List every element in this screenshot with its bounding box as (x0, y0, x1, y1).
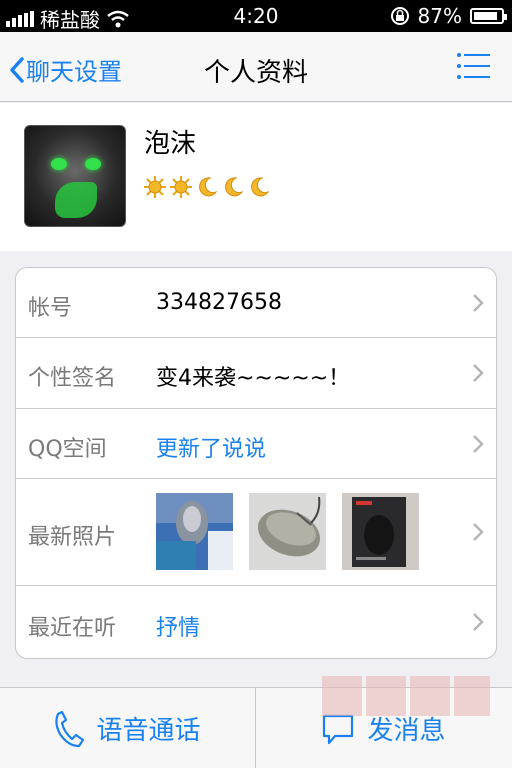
level-badges (144, 176, 270, 198)
sun-icon (170, 176, 192, 198)
list-icon[interactable] (456, 52, 490, 80)
battery-icon (470, 8, 507, 24)
bottom-action-bar: 语音通话 发消息 (0, 687, 512, 768)
row-qzone[interactable]: QQ空间 更新了说说 (16, 409, 496, 479)
qzone-value: 更新了说说 (156, 437, 267, 462)
nav-bar: 聊天设置 个人资料 (0, 32, 512, 102)
chat-bubble-icon (323, 714, 354, 744)
moon-icon (251, 177, 270, 197)
chevron-right-icon (473, 523, 484, 541)
send-message-label: 发消息 (367, 716, 446, 746)
chevron-right-icon (473, 294, 484, 312)
voice-call-button[interactable]: 语音通话 (0, 688, 255, 768)
moon-icon (199, 177, 218, 197)
photo-strip (156, 493, 419, 570)
photo-1[interactable] (156, 493, 233, 570)
chevron-right-icon (473, 613, 484, 631)
music-value: 抒情 (156, 616, 201, 641)
account-label: 帐号 (28, 296, 73, 321)
rotation-lock-icon (390, 7, 409, 25)
send-message-button[interactable]: 发消息 (256, 688, 511, 768)
moon-icon (225, 177, 244, 197)
row-account[interactable]: 帐号 334827658 (16, 268, 496, 338)
profile-name: 泡沫 (144, 129, 197, 159)
signature-label: 个性签名 (28, 366, 117, 391)
row-photos[interactable]: 最新照片 (16, 479, 496, 586)
chevron-right-icon (473, 364, 484, 382)
sun-icon (144, 176, 166, 198)
row-music[interactable]: 最近在听 抒情 (16, 586, 496, 658)
phone-icon (55, 710, 85, 747)
account-value: 334827658 (156, 290, 282, 315)
photo-2[interactable] (249, 493, 326, 570)
voice-call-label: 语音通话 (96, 716, 201, 746)
status-bar: 稀盐酸 4:20 87% (0, 0, 512, 32)
chevron-right-icon (473, 435, 484, 453)
music-label: 最近在听 (28, 616, 117, 641)
page-title: 个人资料 (203, 58, 308, 88)
signature-value: 变4来袭~~~~~！ (156, 366, 351, 391)
battery-percent: 87% (417, 4, 462, 28)
photo-3[interactable] (342, 493, 419, 570)
qzone-label: QQ空间 (28, 437, 107, 462)
row-signature[interactable]: 个性签名 变4来袭~~~~~！ (16, 338, 496, 409)
avatar[interactable] (24, 125, 126, 227)
photos-label: 最新照片 (28, 525, 117, 550)
profile-info-card: 帐号 334827658 个性签名 变4来袭~~~~~！ QQ空间 更新了说说 … (15, 267, 497, 659)
